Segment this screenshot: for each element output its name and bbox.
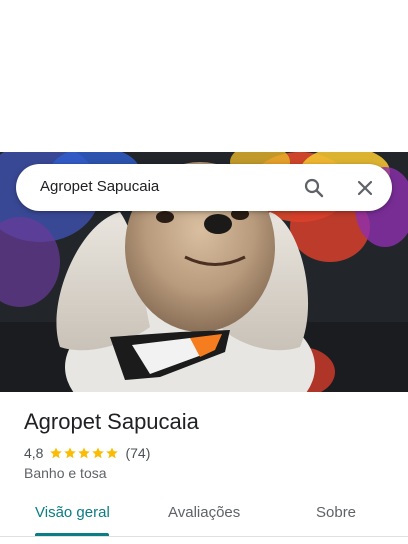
tab-about[interactable]: Sobre [316, 504, 356, 521]
place-panel: Agropet Sapucaia Agropet Sapucaia 4,8 (7… [0, 0, 408, 544]
star-icon [92, 447, 105, 459]
review-count[interactable]: (74) [125, 445, 150, 461]
search-bar[interactable]: Agropet Sapucaia [16, 164, 392, 211]
tabs-divider [0, 536, 408, 537]
search-icon[interactable] [302, 176, 326, 200]
rating-value: 4,8 [24, 445, 44, 461]
star-icon [64, 447, 77, 459]
star-rating[interactable] [49, 446, 119, 460]
place-tabs: Visão geral Avaliações Sobre [0, 496, 408, 537]
search-input[interactable]: Agropet Sapucaia [40, 178, 159, 195]
star-icon [106, 447, 119, 459]
star-icon [50, 447, 63, 459]
star-icon [78, 447, 91, 459]
rating-row: 4,8 (74) [24, 444, 150, 462]
place-category: Banho e tosa [24, 465, 107, 481]
close-icon[interactable] [353, 176, 377, 200]
place-title: Agropet Sapucaia [24, 409, 199, 434]
tab-overview[interactable]: Visão geral [35, 504, 110, 521]
tab-reviews[interactable]: Avaliações [168, 504, 240, 521]
